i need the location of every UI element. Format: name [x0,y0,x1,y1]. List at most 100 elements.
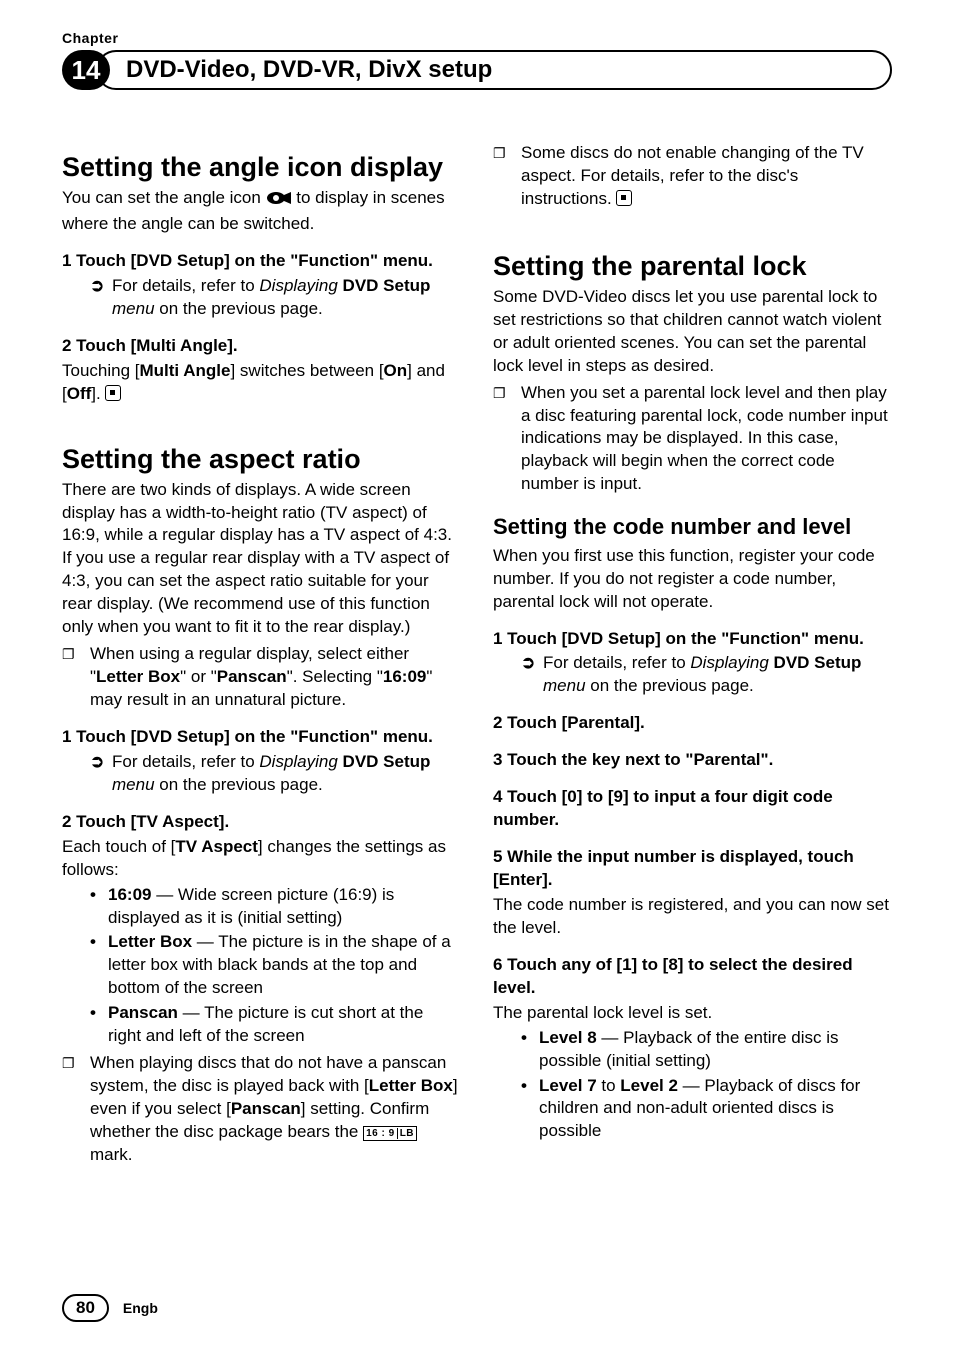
parental-note1: ❐ When you set a parental lock level and… [493,382,892,497]
chapter-number-badge: 14 [62,50,110,90]
t: DVD Setup [343,752,431,771]
t: Multi Angle [140,361,231,380]
note-icon: ❐ [62,643,90,712]
t: Panscan [231,1099,301,1118]
t: Letter Box [96,667,180,686]
t: Touching [ [62,361,140,380]
angle-step1: 1 Touch [DVD Setup] on the "Function" me… [62,250,461,273]
t: on the previous page. [155,299,323,318]
arrow-icon: ➲ [90,275,112,321]
aspect-intro: There are two kinds of displays. A wide … [62,479,461,640]
t: Panscan — The picture is cut short at th… [108,1002,461,1048]
t: 16:09 [383,667,426,686]
t: menu [112,775,155,794]
parental-intro: Some DVD-Video discs let you use parenta… [493,286,892,378]
aspect-step1-sub: ➲ For details, refer to Displaying DVD S… [90,751,461,797]
code-step5-text: The code number is registered, and you c… [493,894,892,940]
page-number: 80 [62,1294,109,1322]
t: on the previous page. [155,775,323,794]
t: Level 8 — Playback of the entire disc is… [539,1027,892,1073]
arrow-icon: ➲ [521,652,543,698]
t: 16:09 — Wide screen picture (16:9) is di… [108,884,461,930]
t: Displaying [259,752,342,771]
right-note1-text: Some discs do not enable changing of the… [521,142,892,211]
t: Displaying [259,276,342,295]
t: menu [543,676,586,695]
code-step1-sub: ➲ For details, refer to Displaying DVD S… [521,652,892,698]
parental-opt-level8: • Level 8 — Playback of the entire disc … [521,1027,892,1073]
t: TV Aspect [175,837,258,856]
t: Panscan [108,1003,178,1022]
code-step1: 1 Touch [DVD Setup] on the "Function" me… [493,628,892,651]
note-icon: ❐ [493,382,521,497]
t: ]. [91,384,105,403]
t: Panscan [217,667,287,686]
t: For details, refer to [112,276,259,295]
section-aspect-title: Setting the aspect ratio [62,444,461,475]
aspect-opt-letterbox: • Letter Box — The picture is in the sha… [90,931,461,1000]
chapter-title: DVD-Video, DVD-VR, DivX setup [126,56,492,84]
aspect-opt-panscan: • Panscan — The picture is cut short at … [90,1002,461,1048]
t: Letter Box [108,932,192,951]
right-note1: ❐ Some discs do not enable changing of t… [493,142,892,211]
right-column: ❐ Some discs do not enable changing of t… [493,138,892,1167]
chapter-label: Chapter [62,30,892,46]
t: ". Selecting " [287,667,383,686]
aspect-note2-text: When playing discs that do not have a pa… [90,1052,461,1167]
t: Level 7 [539,1076,597,1095]
t: Each touch of [ [62,837,175,856]
end-mark-icon [616,190,632,206]
t: " or " [180,667,217,686]
code-step2: 2 Touch [Parental]. [493,712,892,735]
chapter-header: 14 DVD-Video, DVD-VR, DivX setup [62,50,892,90]
left-column: Setting the angle icon display You can s… [62,138,461,1167]
t: Some discs do not enable changing of the… [521,143,864,208]
angle-step1-sub: ➲ For details, refer to Displaying DVD S… [90,275,461,321]
code-step1-sub-text: For details, refer to Displaying DVD Set… [543,652,892,698]
t: DVD Setup [343,276,431,295]
aspect-step2-text: Each touch of [TV Aspect] changes the se… [62,836,461,882]
t: mark. [90,1145,133,1164]
t: Off [67,384,92,403]
angle-intro-a: You can set the angle icon [62,188,266,207]
t: Letter Box — The picture is in the shape… [108,931,461,1000]
footer: 80 Engb [62,1294,158,1322]
code-step4: 4 Touch [0] to [9] to input a four digit… [493,786,892,832]
t: menu [112,299,155,318]
t: For details, refer to [112,752,259,771]
t: 16:09 [108,885,151,904]
bullet-icon: • [521,1075,539,1144]
note-icon: ❐ [493,142,521,211]
code-step6-text: The parental lock level is set. [493,1002,892,1025]
angle-step2: 2 Touch [Multi Angle]. [62,335,461,358]
t: DVD Setup [774,653,862,672]
camera-angle-icon [266,190,292,213]
t: Level 2 [620,1076,678,1095]
aspect-step1: 1 Touch [DVD Setup] on the "Function" me… [62,726,461,749]
aspect-opt-1609: • 16:09 — Wide screen picture (16:9) is … [90,884,461,930]
t: to [597,1076,621,1095]
footer-language: Engb [123,1300,158,1316]
arrow-icon: ➲ [90,751,112,797]
parental-note1-text: When you set a parental lock level and t… [521,382,892,497]
bullet-icon: • [90,931,108,1000]
aspect-note1: ❐ When using a regular display, select e… [62,643,461,712]
aspect-step1-sub-text: For details, refer to Displaying DVD Set… [112,751,461,797]
t: On [384,361,408,380]
t: Level 7 to Level 2 — Playback of discs f… [539,1075,892,1144]
bullet-icon: • [90,884,108,930]
angle-step1-sub-text: For details, refer to Displaying DVD Set… [112,275,461,321]
t: ] switches between [ [230,361,383,380]
note-icon: ❐ [62,1052,90,1167]
parental-opt-level7-2: • Level 7 to Level 2 — Playback of discs… [521,1075,892,1144]
t: Displaying [690,653,773,672]
aspect-note2: ❐ When playing discs that do not have a … [62,1052,461,1167]
code-step5: 5 While the input number is displayed, t… [493,846,892,892]
t: — Wide screen picture (16:9) is displaye… [108,885,394,927]
t: Level 8 [539,1028,597,1047]
t: For details, refer to [543,653,690,672]
chapter-title-container: DVD-Video, DVD-VR, DivX setup [96,50,892,90]
angle-step2-text: Touching [Multi Angle] switches between … [62,360,461,406]
t: Letter Box [369,1076,453,1095]
bullet-icon: • [90,1002,108,1048]
